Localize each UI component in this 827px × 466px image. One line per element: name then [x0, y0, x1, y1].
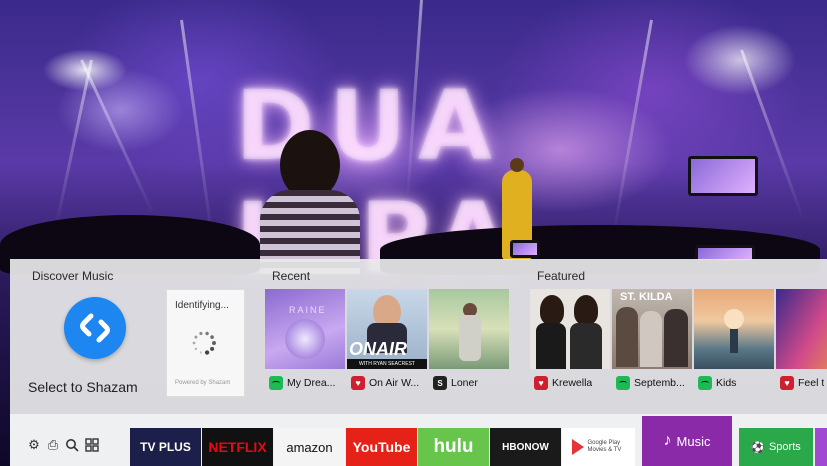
app-partial[interactable] — [815, 428, 827, 466]
identifying-card: Identifying... Powered by Shazam — [166, 289, 245, 397]
phone-screen — [688, 156, 758, 196]
play-icon — [571, 439, 584, 455]
app-label: Music — [676, 433, 711, 449]
featured-tile[interactable]: Krewella — [530, 289, 610, 397]
featured-tile[interactable]: Feel t — [776, 289, 827, 397]
spinner-dot — [210, 346, 215, 351]
album-art-text: ST. KILDA — [620, 291, 673, 303]
app-hbo-now[interactable]: HBONOW — [490, 428, 561, 466]
apps-icon[interactable] — [85, 438, 99, 452]
spinner-dot — [212, 341, 216, 345]
soccer-ball-icon: ⚽ — [751, 441, 765, 454]
shazam-card[interactable]: Select to Shazam — [28, 291, 156, 401]
album-art — [694, 289, 774, 369]
spinner-dot — [210, 335, 214, 339]
phone-screen — [510, 240, 540, 258]
tile-title: Septemb... — [634, 377, 685, 389]
featured-heading: Featured — [537, 269, 586, 283]
recent-heading: Recent — [272, 269, 311, 283]
settings-icon[interactable]: ⚙ — [27, 438, 41, 452]
album-art-text: ONAIR — [349, 339, 407, 359]
app-bar: ⚙ ⎙ TV PLUS NETFLIX amazon YouTube hulu … — [10, 414, 827, 466]
music-panel: Discover Music Recent Featured Select to… — [10, 259, 827, 414]
spotify-icon — [616, 376, 630, 390]
recent-tile[interactable]: Loner — [429, 289, 509, 397]
fan-silhouette — [255, 130, 365, 280]
album-art-subtext: WITH RYAN SEACREST — [347, 359, 427, 369]
spinner-dot — [199, 351, 203, 354]
spotify-icon — [269, 376, 283, 390]
featured-tile[interactable]: ST. KILDA Septemb... — [612, 289, 692, 397]
app-label: Sports — [768, 441, 801, 453]
tv-home-screen: DUA LIPA Discover Music Recent Featured … — [0, 0, 827, 466]
source-icon[interactable]: ⎙ — [46, 438, 60, 452]
app-label: NETFLIX — [208, 439, 267, 455]
album-art: ST. KILDA — [612, 289, 692, 369]
app-music[interactable]: ♪ Music — [642, 416, 732, 466]
tile-title: Krewella — [552, 377, 593, 389]
app-label: TV PLUS — [140, 440, 191, 454]
album-art: RAINE — [265, 289, 345, 369]
tile-title: On Air W... — [369, 377, 420, 389]
album-art — [530, 289, 610, 369]
featured-tile[interactable]: Kids — [694, 289, 774, 397]
spinner-dot — [192, 341, 196, 345]
shazam-logo-icon[interactable] — [64, 297, 126, 359]
album-art: ONAIR WITH RYAN SEACREST — [347, 289, 427, 369]
app-label: hulu — [433, 436, 474, 457]
album-art — [429, 289, 509, 369]
powered-by-text: Powered by Shazam — [175, 380, 231, 386]
app-label: HBONOW — [502, 441, 549, 453]
search-icon[interactable] — [65, 438, 79, 452]
iheartradio-icon — [780, 376, 794, 390]
discover-music-heading: Discover Music — [32, 269, 114, 283]
identifying-status: Identifying... — [175, 300, 229, 311]
tile-title: Feel t — [798, 377, 825, 389]
app-label: YouTube — [352, 439, 411, 455]
app-hulu[interactable]: hulu — [418, 428, 489, 466]
app-youtube[interactable]: YouTube — [346, 428, 417, 466]
spinner-dot — [199, 331, 203, 336]
app-label: amazon — [286, 439, 333, 455]
iheartradio-icon — [351, 376, 365, 390]
app-amazon[interactable]: amazon — [274, 428, 345, 466]
iheartradio-icon — [534, 376, 548, 390]
spinner-dot — [205, 331, 209, 336]
app-google-play-movies[interactable]: Google Play Movies & TV — [562, 428, 635, 466]
tile-title: My Drea... — [287, 377, 336, 389]
album-art — [776, 289, 827, 369]
app-sports[interactable]: ⚽ Sports — [739, 428, 813, 466]
spinner-dot — [194, 347, 198, 351]
app-netflix[interactable]: NETFLIX — [202, 428, 273, 466]
recent-tile[interactable]: ONAIR WITH RYAN SEACREST On Air W... — [347, 289, 427, 397]
recent-tile[interactable]: RAINE My Drea... — [265, 289, 345, 397]
loading-spinner-icon — [192, 331, 216, 355]
app-tv-plus[interactable]: TV PLUS — [130, 428, 201, 466]
spotify-icon — [698, 376, 712, 390]
app-label: Google Play Movies & TV — [587, 440, 622, 453]
tile-title: Kids — [716, 377, 737, 389]
select-to-shazam-label: Select to Shazam — [28, 379, 138, 395]
music-note-icon: ♪ — [663, 432, 672, 449]
tile-title: Loner — [451, 377, 478, 389]
spinner-dot — [204, 350, 210, 355]
spinner-dot — [194, 335, 198, 339]
album-art-text: RAINE — [289, 305, 327, 315]
shazam-icon — [433, 376, 447, 390]
